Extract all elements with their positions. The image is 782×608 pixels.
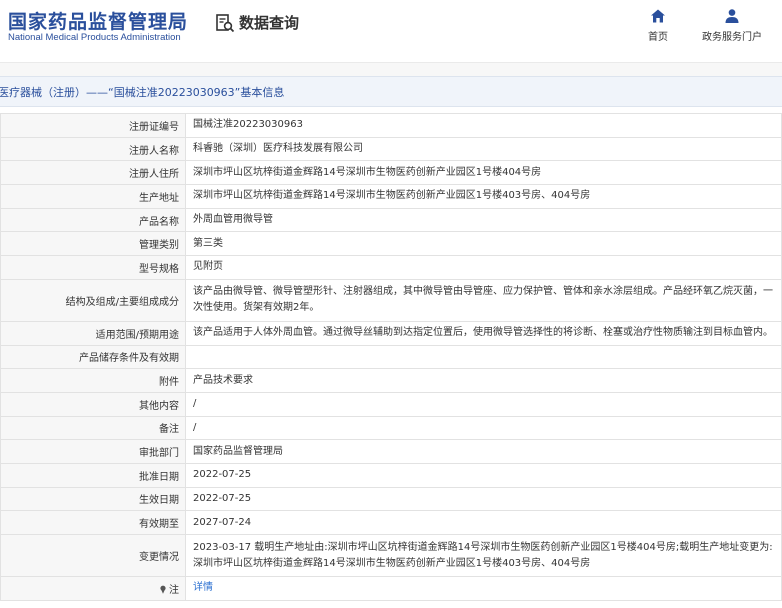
breadcrumb: 医疗器械（注册）——“国械注准20223030963”基本信息 [0, 76, 782, 107]
row-value: 见附页 [185, 255, 782, 280]
header-divider [0, 62, 782, 77]
row-label: 其他内容 [0, 391, 186, 417]
home-icon [651, 9, 665, 23]
data-query-label: 数据查询 [239, 14, 300, 32]
table-row: 变更情况 2023-03-17 载明生产地址由:深圳市坪山区坑梓街道金辉路14号… [0, 534, 782, 577]
details-link[interactable]: 详情 [193, 582, 213, 593]
note-label-cell: 注 [0, 576, 186, 601]
row-value: 第三类 [185, 231, 782, 257]
nav-gov-label: 政务服务门户 [702, 32, 762, 43]
table-row: 注册证编号 国械注准20223030963 [0, 113, 782, 138]
row-value: 深圳市坪山区坑梓街道金辉路14号深圳市生物医药创新产业园区1号楼404号房 [185, 160, 782, 186]
row-value: 国家药品监督管理局 [185, 439, 782, 464]
site-header: 国家药品监督管理局 National Medical Products Admi… [0, 0, 782, 62]
row-value: 产品技术要求 [185, 368, 782, 393]
table-row: 型号规格 见附页 [0, 255, 782, 280]
table-row: 结构及组成/主要组成成分 该产品由微导管、微导管塑形针、注射器组成，其中微导管由… [0, 278, 782, 322]
row-value: 该产品适用于人体外周血管。通过微导丝辅助到达指定位置后，使用微导管选择性的将诊断… [185, 320, 782, 346]
row-value: 2027-07-24 [185, 510, 782, 535]
row-label: 批准日期 [0, 462, 186, 488]
table-row: 审批部门 国家药品监督管理局 [0, 439, 782, 464]
table-row: 批准日期 2022-07-25 [0, 462, 782, 488]
table-row: 生效日期 2022-07-25 [0, 486, 782, 512]
logo-subtitle: National Medical Products Administration [8, 32, 181, 43]
row-label: 型号规格 [0, 255, 186, 280]
row-label: 结构及组成/主要组成成分 [0, 278, 186, 322]
row-value: / [185, 415, 782, 441]
table-row: 产品储存条件及有效期 [0, 344, 782, 370]
row-label: 附件 [0, 368, 186, 393]
pin-icon [160, 585, 166, 594]
row-label: 注册证编号 [0, 113, 186, 138]
logo-title[interactable]: 国家药品监督管理局 [8, 7, 188, 34]
table-row: 适用范围/预期用途 该产品适用于人体外周血管。通过微导丝辅助到达指定位置后，使用… [0, 320, 782, 346]
table-row: 附件 产品技术要求 [0, 368, 782, 393]
table-row: 其他内容 / [0, 391, 782, 417]
detail-table: 注册证编号 国械注准20223030963 注册人名称 科睿驰（深圳）医疗科技发… [0, 113, 782, 601]
row-label: 生产地址 [0, 184, 186, 209]
row-label: 注册人住所 [0, 160, 186, 186]
row-label: 备注 [0, 415, 186, 441]
table-row-note: 注 详情 [0, 576, 782, 601]
row-label: 注册人名称 [0, 136, 186, 162]
data-query-link[interactable]: 数据查询 [215, 12, 299, 33]
nav-gov-portal[interactable]: 政务服务门户 [702, 8, 762, 43]
row-value: 2022-07-25 [185, 462, 782, 488]
table-row: 管理类别 第三类 [0, 231, 782, 257]
row-label: 产品储存条件及有效期 [0, 344, 186, 370]
row-value: 该产品由微导管、微导管塑形针、注射器组成，其中微导管由导管座、应力保护管、管体和… [185, 278, 782, 322]
row-label: 管理类别 [0, 231, 186, 257]
row-value: 2023-03-17 载明生产地址由:深圳市坪山区坑梓街道金辉路14号深圳市生物… [185, 534, 782, 577]
user-icon [725, 9, 739, 23]
table-row: 有效期至 2027-07-24 [0, 510, 782, 535]
table-row: 注册人住所 深圳市坪山区坑梓街道金辉路14号深圳市生物医药创新产业园区1号楼40… [0, 160, 782, 186]
data-query-icon [216, 13, 235, 32]
row-label: 适用范围/预期用途 [0, 320, 186, 346]
row-value [185, 344, 782, 370]
row-label: 有效期至 [0, 510, 186, 535]
table-row: 产品名称 外周血管用微导管 [0, 207, 782, 233]
nav-home-label: 首页 [648, 32, 668, 43]
row-value: 2022-07-25 [185, 486, 782, 512]
table-row: 备注 / [0, 415, 782, 441]
row-value: 科睿驰（深圳）医疗科技发展有限公司 [185, 136, 782, 162]
row-value: / [185, 391, 782, 417]
row-label: 生效日期 [0, 486, 186, 512]
row-value: 国械注准20223030963 [185, 113, 782, 138]
note-label: 注 [169, 584, 179, 596]
breadcrumb-text: 医疗器械（注册）——“国械注准20223030963”基本信息 [0, 86, 285, 99]
nav-home[interactable]: 首页 [648, 8, 668, 43]
row-label: 产品名称 [0, 207, 186, 233]
row-value: 深圳市坪山区坑梓街道金辉路14号深圳市生物医药创新产业园区1号楼403号房、40… [185, 184, 782, 209]
row-label: 审批部门 [0, 439, 186, 464]
note-value-cell: 详情 [185, 576, 782, 601]
table-row: 生产地址 深圳市坪山区坑梓街道金辉路14号深圳市生物医药创新产业园区1号楼403… [0, 184, 782, 209]
row-label: 变更情况 [0, 534, 186, 577]
table-row: 注册人名称 科睿驰（深圳）医疗科技发展有限公司 [0, 136, 782, 162]
row-value: 外周血管用微导管 [185, 207, 782, 233]
